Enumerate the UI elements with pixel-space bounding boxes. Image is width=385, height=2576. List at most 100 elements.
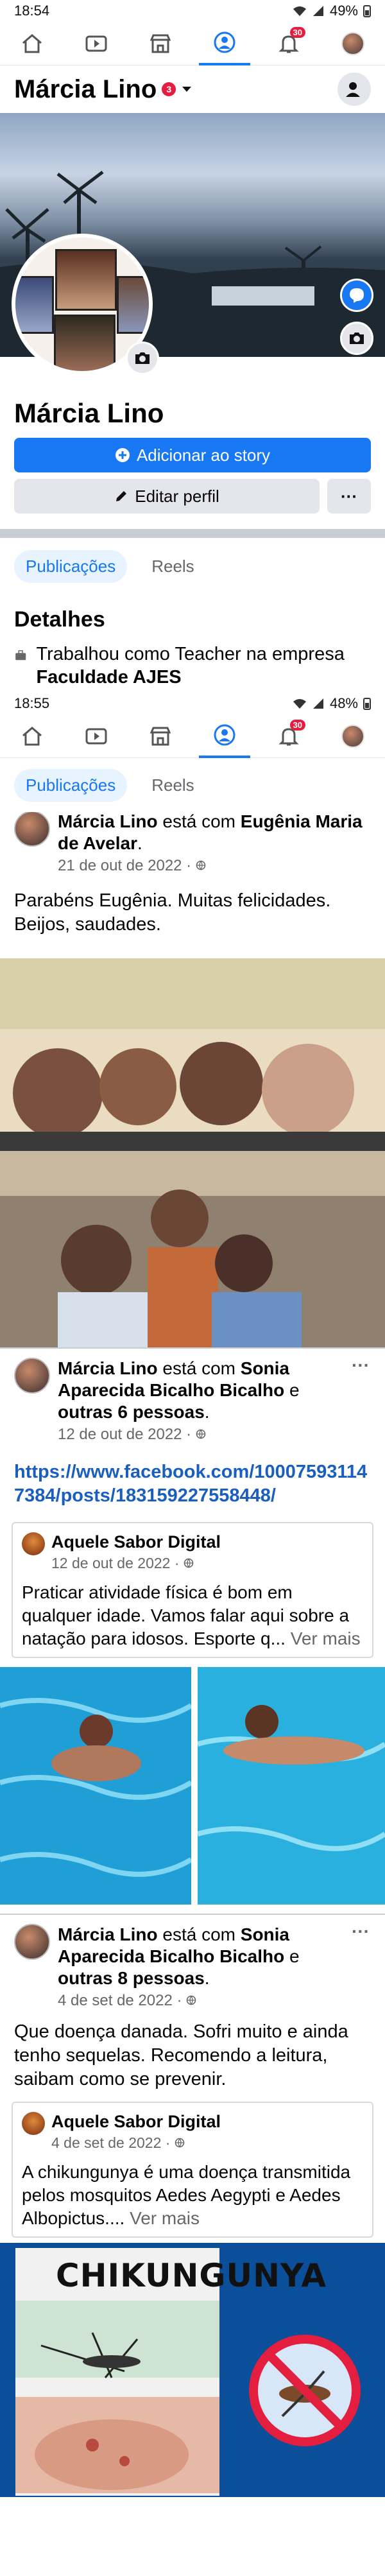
profile-header: Márcia Lino 3 <box>0 65 385 113</box>
status-time: 18:54 <box>14 3 50 19</box>
post-and-text: e <box>284 1946 300 1966</box>
status-time-2: 18:55 <box>14 695 50 711</box>
profile-tabs: Publicações Reels <box>0 538 385 594</box>
avatar[interactable] <box>14 1358 50 1394</box>
add-story-button[interactable]: Adicionar ao story <box>14 438 371 472</box>
add-story-label: Adicionar ao story <box>136 445 271 465</box>
briefcase-icon <box>15 650 26 661</box>
camera-icon <box>350 333 364 344</box>
avatar <box>341 724 364 748</box>
post-author[interactable]: Márcia Lino <box>58 1358 158 1378</box>
plus-icon <box>115 448 130 462</box>
page-avatar[interactable] <box>22 2112 45 2135</box>
nav-profile[interactable] <box>199 22 250 65</box>
tab-posts[interactable]: Publicações <box>14 549 128 583</box>
avatar[interactable] <box>14 812 50 847</box>
battery-level-2: 48% <box>329 695 358 711</box>
battery-icon <box>363 5 371 17</box>
post-with-text: está com <box>157 1924 241 1944</box>
post-1: Márcia Lino está com Eugênia Maria de Av… <box>0 812 385 957</box>
profile-icon <box>214 724 235 745</box>
post-more-button[interactable]: ··· <box>352 1921 370 1942</box>
edit-profile-label: Editar perfil <box>135 486 219 506</box>
page-avatar[interactable] <box>22 1532 45 1555</box>
signal-icon <box>312 6 323 16</box>
chikungunya-title: CHIKUNGUNYA <box>55 2257 327 2294</box>
signal-icon <box>312 698 323 709</box>
more-options-button[interactable]: ··· <box>327 479 371 514</box>
post-with-text: está com <box>157 812 241 831</box>
nav-notifications[interactable]: 30 <box>263 714 314 758</box>
post-author[interactable]: Márcia Lino <box>58 1924 158 1944</box>
shared-date[interactable]: 12 de out de 2022 · <box>51 1555 184 1571</box>
pencil-icon <box>116 491 127 501</box>
see-more-link[interactable]: Ver mais <box>291 1629 361 1648</box>
person-icon <box>346 82 360 97</box>
post-date[interactable]: 4 de set de 2022 · <box>58 1992 186 2009</box>
chikungunya-image[interactable]: CHIKUNGUNYA <box>0 2243 385 2497</box>
nav-profile[interactable] <box>199 714 250 758</box>
section-divider <box>0 529 385 538</box>
camera-icon <box>135 352 150 364</box>
shared-date[interactable]: 4 de set de 2022 · <box>51 2134 175 2151</box>
edit-profile-picture-button[interactable] <box>126 341 159 375</box>
swim-photo-2[interactable] <box>198 1667 385 1905</box>
shared-post[interactable]: Aquele Sabor Digital 4 de set de 2022 · … <box>12 2102 373 2238</box>
post-2: Márcia Lino está com Sonia Aparecida Bic… <box>0 1349 385 1905</box>
status-bar: 18:54 49% <box>0 0 385 22</box>
story-count-badge: 3 <box>162 82 176 96</box>
post-3: Márcia Lino está com Sonia Aparecida Bic… <box>0 1915 385 2497</box>
shared-page-name[interactable]: Aquele Sabor Digital <box>51 1532 221 1552</box>
nav-marketplace[interactable] <box>135 714 186 758</box>
post-date[interactable]: 12 de out de 2022 · <box>58 1426 196 1443</box>
wifi-icon <box>293 6 306 16</box>
marketplace-icon <box>150 34 171 53</box>
messenger-button[interactable] <box>340 279 373 312</box>
nav-home[interactable] <box>6 22 58 65</box>
avatar[interactable] <box>14 1924 50 1960</box>
battery-level: 49% <box>329 3 358 19</box>
details-title: Detalhes <box>14 607 105 632</box>
globe-icon <box>175 2138 185 2148</box>
wifi-icon <box>293 699 306 709</box>
shared-page-name[interactable]: Aquele Sabor Digital <box>51 2112 221 2132</box>
work-text: Trabalhou como Teacher na empresa <box>36 644 345 664</box>
globe-icon <box>186 1995 196 2005</box>
marketplace-icon <box>150 727 171 745</box>
post-others[interactable]: outras 6 pessoas <box>58 1402 205 1422</box>
nav-menu[interactable] <box>327 22 379 65</box>
post-link[interactable]: https://www.facebook.com/100075931147384… <box>14 1462 367 1506</box>
edit-profile-button[interactable]: Editar perfil <box>14 479 320 514</box>
video-icon <box>85 728 107 744</box>
post-others[interactable]: outras 8 pessoas <box>58 1968 205 1988</box>
post-with-text: está com <box>157 1358 241 1378</box>
group-photo <box>0 958 385 1347</box>
post-date[interactable]: 21 de out de 2022 · <box>58 857 196 874</box>
tab-posts[interactable]: Publicações <box>14 768 128 802</box>
nav-video[interactable] <box>71 22 122 65</box>
post-text: Que doença danada. Sofri muito e ainda t… <box>14 2021 348 2089</box>
no-mosquito-icon <box>249 2335 361 2446</box>
mosquito-illustration <box>15 2301 219 2493</box>
profile-tabs-2: Publicações Reels <box>0 758 385 812</box>
post-more-button[interactable]: ··· <box>352 1355 370 1376</box>
post-1-photo[interactable] <box>0 957 385 1347</box>
work-company[interactable]: Faculdade AJES <box>36 667 181 687</box>
nav-notifications[interactable]: 30 <box>263 22 314 65</box>
home-icon <box>22 33 42 53</box>
nav-marketplace[interactable] <box>135 22 186 65</box>
tab-reels[interactable]: Reels <box>140 769 205 802</box>
shared-post[interactable]: Aquele Sabor Digital 12 de out de 2022 ·… <box>12 1522 373 1658</box>
tab-reels[interactable]: Reels <box>140 550 205 583</box>
search-people-button[interactable] <box>338 73 371 106</box>
caret-down-icon[interactable] <box>181 85 193 94</box>
edit-cover-button[interactable] <box>340 322 373 355</box>
nav-home[interactable] <box>6 714 58 758</box>
post-author[interactable]: Márcia Lino <box>58 812 158 831</box>
swim-photo-1[interactable] <box>0 1667 191 1905</box>
see-more-link[interactable]: Ver mais <box>130 2208 200 2228</box>
messenger-icon <box>350 288 364 303</box>
nav-menu[interactable] <box>327 714 379 758</box>
nav-video[interactable] <box>71 714 122 758</box>
avatar <box>341 31 364 55</box>
